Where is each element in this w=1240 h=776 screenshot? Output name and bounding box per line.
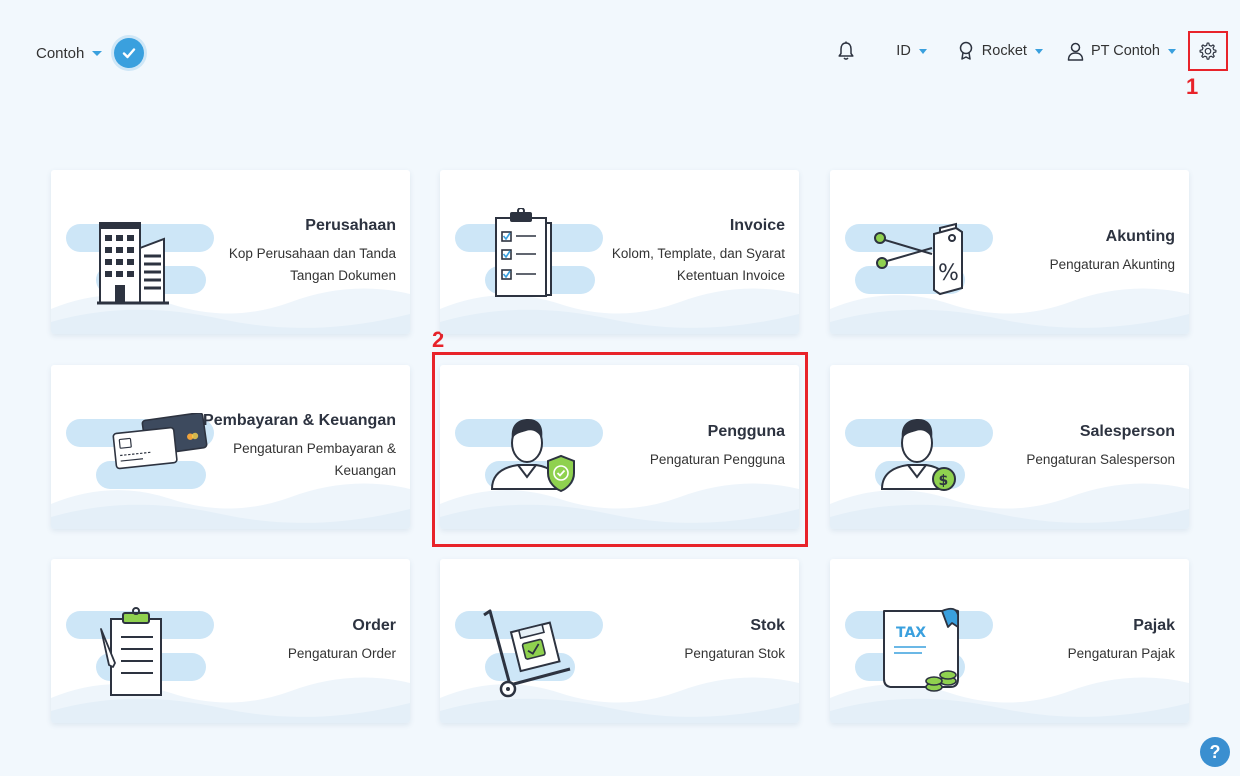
company-switcher[interactable]: Contoh bbox=[36, 38, 145, 68]
annotation-step-1: 1 bbox=[1186, 74, 1199, 99]
verified-check-icon bbox=[114, 38, 145, 68]
card-description: Pengaturan Pajak bbox=[1067, 646, 1175, 661]
plan-switcher[interactable]: Rocket bbox=[957, 41, 1043, 61]
language-switcher[interactable]: ID bbox=[896, 43, 927, 59]
card-text: Pajak Pengaturan Pajak bbox=[975, 559, 1175, 723]
card-text: Stok Pengaturan Stok bbox=[585, 559, 785, 723]
user-menu[interactable]: PT Contoh bbox=[1067, 42, 1176, 61]
top-bar: Contoh ID Rocket PT Contoh bbox=[0, 0, 1240, 100]
card-order[interactable]: Order Pengaturan Order bbox=[51, 559, 410, 723]
chevron-down-icon bbox=[1034, 48, 1043, 54]
card-description: Pengaturan Salesperson bbox=[1026, 452, 1175, 467]
gear-icon bbox=[1199, 42, 1217, 60]
card-pembayaran-keuangan[interactable]: Pembayaran & Keuangan Pengaturan Pembaya… bbox=[51, 365, 410, 529]
rocket-badge-icon bbox=[959, 41, 973, 60]
svg-text:$: $ bbox=[939, 473, 949, 489]
chevron-down-icon bbox=[1168, 48, 1176, 54]
chevron-down-icon bbox=[918, 48, 927, 54]
card-title: Pajak bbox=[1133, 617, 1175, 634]
card-invoice[interactable]: Invoice Kolom, Template, dan Syarat Kete… bbox=[440, 170, 799, 334]
user-icon bbox=[1067, 42, 1084, 61]
card-title: Salesperson bbox=[1079, 423, 1175, 440]
card-akunting[interactable]: % Akunting Pengaturan Akunting bbox=[830, 170, 1189, 334]
card-description: Pengaturan Pembayaran & Keuangan bbox=[233, 441, 396, 478]
settings-button[interactable] bbox=[1188, 31, 1228, 71]
card-text: Akunting Pengaturan Akunting bbox=[975, 170, 1175, 334]
card-text: Invoice Kolom, Template, dan Syarat Kete… bbox=[585, 170, 785, 334]
card-text: Salesperson Pengaturan Salesperson bbox=[975, 365, 1175, 529]
bell-icon bbox=[838, 41, 854, 60]
card-description: Pengaturan Order bbox=[287, 646, 396, 661]
notifications-button[interactable] bbox=[837, 41, 862, 61]
card-pajak[interactable]: TAX Pajak Pengaturan Pajak bbox=[830, 559, 1189, 723]
card-title: Pembayaran & Keuangan bbox=[203, 412, 396, 429]
top-nav: ID Rocket PT Contoh bbox=[813, 30, 1228, 72]
help-button[interactable]: ? bbox=[1200, 737, 1230, 767]
plan-label: Rocket bbox=[981, 43, 1027, 59]
card-text: Order Pengaturan Order bbox=[196, 559, 396, 723]
svg-text:%: % bbox=[938, 261, 959, 286]
card-title: Perusahaan bbox=[305, 217, 396, 234]
card-description: Kop Perusahaan dan Tanda Tangan Dokumen bbox=[228, 246, 396, 283]
card-description: Pengaturan Stok bbox=[684, 646, 785, 661]
card-title: Akunting bbox=[1105, 228, 1175, 245]
card-salesperson[interactable]: $ Salesperson Pengaturan Salesperson bbox=[830, 365, 1189, 529]
company-name: Contoh bbox=[36, 44, 85, 62]
card-title: Stok bbox=[750, 617, 785, 634]
card-perusahaan[interactable]: Perusahaan Kop Perusahaan dan Tanda Tang… bbox=[51, 170, 410, 334]
language-label: ID bbox=[896, 43, 911, 59]
chevron-down-icon bbox=[92, 50, 103, 56]
card-stok[interactable]: Stok Pengaturan Stok bbox=[440, 559, 799, 723]
card-description: Kolom, Template, dan Syarat Ketentuan In… bbox=[611, 246, 785, 283]
tax-icon-text: TAX bbox=[896, 625, 926, 641]
card-title: Order bbox=[352, 617, 396, 634]
annotation-highlight-box bbox=[432, 352, 808, 547]
card-title: Invoice bbox=[729, 217, 785, 234]
user-name: PT Contoh bbox=[1090, 43, 1160, 59]
card-text: Perusahaan Kop Perusahaan dan Tanda Tang… bbox=[196, 170, 396, 334]
card-text: Pembayaran & Keuangan Pengaturan Pembaya… bbox=[196, 365, 396, 529]
card-description: Pengaturan Akunting bbox=[1049, 257, 1175, 272]
